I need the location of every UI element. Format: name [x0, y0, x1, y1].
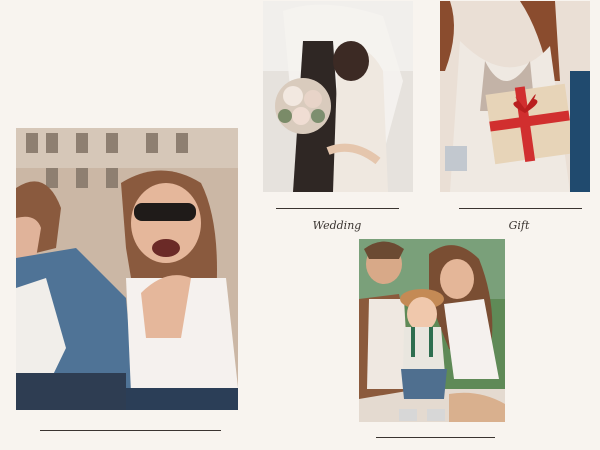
- gift-photo[interactable]: [440, 1, 590, 192]
- wedding-photo[interactable]: [263, 1, 413, 192]
- wedding-image: [263, 1, 413, 192]
- wedding-caption-rule: [276, 208, 399, 209]
- family-photo[interactable]: [359, 239, 505, 422]
- couple-image: [16, 128, 238, 410]
- family-image: [359, 239, 505, 422]
- wedding-caption[interactable]: Wedding: [297, 219, 377, 232]
- family-caption-rule: [376, 437, 495, 438]
- couple-caption-rule: [40, 430, 221, 431]
- couple-photo[interactable]: [16, 128, 238, 410]
- gift-image: [440, 1, 590, 192]
- gift-caption[interactable]: Gift: [479, 219, 559, 232]
- gift-caption-rule: [459, 208, 582, 209]
